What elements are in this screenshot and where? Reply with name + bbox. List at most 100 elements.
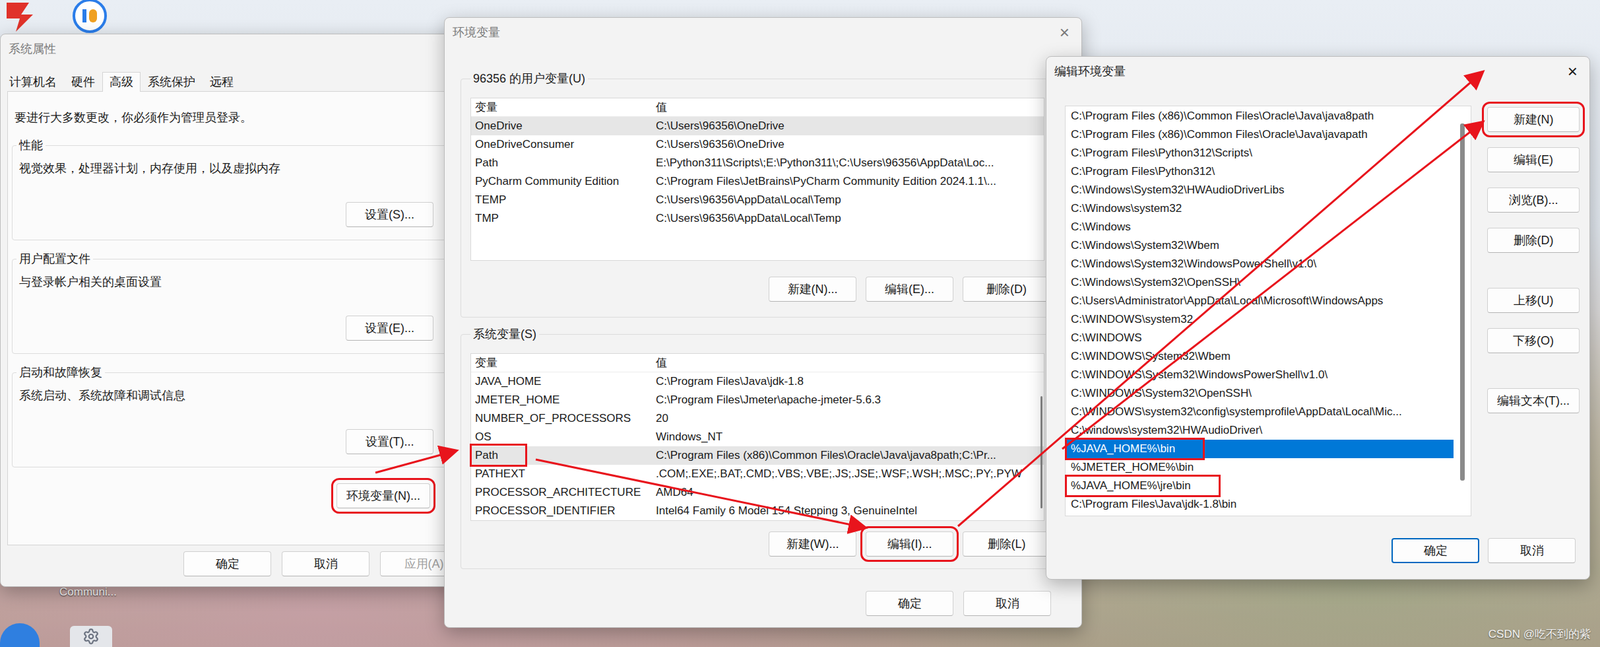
action-button[interactable]: 浏览(B)... xyxy=(1487,187,1580,213)
action-button[interactable]: 下移(O) xyxy=(1487,327,1580,353)
path-item[interactable]: C:\WINDOWS xyxy=(1065,328,1454,348)
group-description: 系统启动、系统故障和调试信息 xyxy=(16,387,434,403)
table-row[interactable]: PyCharm Community EditionC:\Program File… xyxy=(471,172,1044,191)
variable-button[interactable]: 删除(L) xyxy=(962,531,1051,557)
dialog-button[interactable]: 取消 xyxy=(1487,537,1576,563)
action-button[interactable]: 编辑(E) xyxy=(1487,147,1580,173)
tab[interactable]: 远程 xyxy=(202,71,241,92)
edit-variable-window: 编辑环境变量×C:\Program Files (x86)\Common Fil… xyxy=(1045,56,1591,580)
dialog-button[interactable]: 确定 xyxy=(1391,537,1480,563)
table-row[interactable]: PATHEXT.COM;.EXE;.BAT;.CMD;.VBS;.VBE;.JS… xyxy=(471,464,1044,483)
close-button[interactable]: × xyxy=(1565,62,1581,80)
path-item[interactable]: C:\Program Files\Java\jdk-1.8\bin xyxy=(1065,494,1454,514)
table-row[interactable]: PROCESSOR_IDENTIFIERIntel64 Family 6 Mod… xyxy=(471,501,1044,520)
variable-button[interactable]: 删除(D) xyxy=(962,276,1051,302)
tab[interactable]: 系统保护 xyxy=(140,71,203,92)
settings-button[interactable]: 设置(T)... xyxy=(345,428,434,454)
path-item[interactable]: C:\WINDOWS\system32\config\systemprofile… xyxy=(1065,402,1454,421)
action-buttons: 新建(N) 编辑(E) 浏览(B)... 删除(D) 上移(U) 下移(O) 编辑文本(T)… xyxy=(1487,105,1580,516)
path-item[interactable]: C:\Windows\system32 xyxy=(1065,199,1454,218)
scrollbar[interactable] xyxy=(1460,123,1465,481)
table-row[interactable]: OneDriveConsumerC:\Users\96356\OneDrive xyxy=(471,135,1044,154)
path-item[interactable]: %JAVA_HOME%\jre\bin xyxy=(1065,476,1454,495)
variable-button[interactable]: 新建(W)... xyxy=(768,531,857,557)
settings-group: 启动和故障恢复系统启动、系统故障和调试信息设置(T)... xyxy=(11,364,470,468)
dialog-button[interactable]: 取消 xyxy=(963,590,1052,616)
variable-name: OS xyxy=(471,430,652,444)
table-row[interactable]: PathC:\Program Files (x86)\Common Files\… xyxy=(471,446,1044,465)
tab-panel: 要进行大多数更改，你必须作为管理员登录。性能视觉效果，处理器计划，内存使用，以及… xyxy=(7,91,475,545)
path-item[interactable]: %JMETER_HOME%\bin xyxy=(1065,457,1454,477)
column-header[interactable]: 变量 xyxy=(471,99,652,115)
settings-button[interactable]: 设置(E)... xyxy=(345,315,434,341)
settings-app[interactable] xyxy=(69,625,113,647)
path-item[interactable]: C:\Program Files (x86)\Common Files\Orac… xyxy=(1065,125,1454,144)
table-row[interactable]: JAVA_HOMEC:\Program Files\Java\jdk-1.8 xyxy=(471,372,1044,391)
path-item[interactable]: C:\Users\Administrator\AppData\Local\Mic… xyxy=(1065,291,1454,311)
group-title: 性能 xyxy=(16,137,46,154)
variable-table: 变量值JAVA_HOMEC:\Program Files\Java\jdk-1.… xyxy=(470,352,1045,521)
variable-button[interactable]: 新建(N)... xyxy=(768,276,857,302)
path-item[interactable]: C:\Windows xyxy=(1065,217,1454,237)
table-row[interactable]: JMETER_HOMEC:\Program Files\Jmeter\apach… xyxy=(471,390,1044,410)
table-row[interactable]: TEMPC:\Users\96356\AppData\Local\Temp xyxy=(471,190,1044,210)
table-row[interactable]: TMPC:\Users\96356\AppData\Local\Temp xyxy=(471,209,1044,228)
path-item[interactable]: C:\WINDOWS\System32\WindowsPowerShell\v1… xyxy=(1065,365,1454,384)
variable-value: C:\Users\96356\OneDrive xyxy=(651,137,1044,152)
action-button[interactable]: 新建(N) xyxy=(1487,106,1580,132)
variable-button[interactable]: 编辑(I)... xyxy=(865,531,954,557)
path-item[interactable]: C:\Program Files\Python312\Scripts\ xyxy=(1065,143,1454,163)
tab[interactable]: 硬件 xyxy=(64,71,103,92)
action-button[interactable]: 上移(U) xyxy=(1487,287,1580,313)
close-button[interactable]: × xyxy=(1056,23,1073,41)
window-title: 环境变量 xyxy=(452,24,501,41)
settings-group: 用户配置文件与登录帐户相关的桌面设置设置(E)... xyxy=(11,250,470,354)
tab[interactable]: 高级 xyxy=(102,71,141,92)
tab[interactable]: 计算机名 xyxy=(1,71,64,92)
table-row[interactable]: NUMBER_OF_PROCESSORS20 xyxy=(471,409,1044,428)
dialog-button[interactable]: 取消 xyxy=(281,550,370,576)
scrollbar[interactable] xyxy=(1040,395,1043,509)
desktop-icon-label[interactable]: Communi... xyxy=(59,585,117,599)
variable-value: .COM;.EXE;.BAT;.CMD;.VBS;.VBE;.JS;.JSE;.… xyxy=(651,467,1044,481)
variable-value: C:\Program Files (x86)\Common Files\Orac… xyxy=(651,448,1044,462)
path-item[interactable]: C:\Program Files\Python312\ xyxy=(1065,162,1454,181)
column-header[interactable]: 值 xyxy=(651,354,1044,371)
settings-group: 性能视觉效果，处理器计划，内存使用，以及虚拟内存设置(S)... xyxy=(11,137,470,241)
dialog-button[interactable]: 确定 xyxy=(183,550,272,576)
dialog-button[interactable]: 确定 xyxy=(865,590,954,616)
path-item[interactable]: C:\WINDOWS\System32\OpenSSH\ xyxy=(1065,384,1454,403)
variable-name: JMETER_HOME xyxy=(471,393,652,407)
table-row[interactable]: PathE:\Python311\Scripts\;E:\Python311\;… xyxy=(471,153,1044,173)
group-title: 96356 的用户变量(U) xyxy=(470,70,588,87)
table-row[interactable]: PROCESSOR_ARCHITECTUREAMD64 xyxy=(471,482,1044,502)
action-button[interactable]: 编辑文本(T)... xyxy=(1487,387,1580,414)
app-icon[interactable] xyxy=(2,0,39,33)
app-icon[interactable] xyxy=(69,0,111,35)
path-item[interactable]: C:\WINDOWS\System32\Wbem xyxy=(1065,347,1454,366)
column-header[interactable]: 变量 xyxy=(471,354,652,371)
settings-button[interactable]: 设置(S)... xyxy=(345,201,434,227)
variable-name: Path xyxy=(471,448,652,462)
variable-value: C:\Program Files\JetBrains\PyCharm Commu… xyxy=(651,174,1044,189)
variable-value: C:\Users\96356\AppData\Local\Temp xyxy=(651,193,1044,207)
variable-button[interactable]: 编辑(E)... xyxy=(865,276,954,302)
path-item[interactable]: %JAVA_HOME%\bin xyxy=(1065,439,1454,458)
group-title: 用户配置文件 xyxy=(16,250,94,267)
table-row[interactable]: OSWindows_NT xyxy=(471,427,1044,447)
column-header[interactable]: 值 xyxy=(651,99,1044,115)
variable-name: Path xyxy=(471,156,652,170)
variable-name: TMP xyxy=(471,211,652,225)
path-item[interactable]: C:\Windows\System32\Wbem xyxy=(1065,236,1454,255)
path-item[interactable]: C:\Windows\System32\HWAudioDriverLibs xyxy=(1065,180,1454,200)
path-item[interactable]: C:\WINDOWS\system32 xyxy=(1065,310,1454,329)
path-item[interactable]: C:\Windows\System32\WindowsPowerShell\v1… xyxy=(1065,254,1454,274)
action-button[interactable]: 删除(D) xyxy=(1487,227,1580,253)
variable-value: Intel64 Family 6 Model 154 Stepping 3, G… xyxy=(651,504,1044,518)
path-item[interactable]: C:\windows\system32\HWAudioDriver\ xyxy=(1065,420,1454,440)
path-item[interactable]: C:\Program Files (x86)\Common Files\Orac… xyxy=(1065,106,1454,126)
table-row[interactable]: OneDriveC:\Users\96356\OneDrive xyxy=(471,116,1044,136)
variable-name: TEMP xyxy=(471,193,652,207)
environment-variables-button[interactable]: 环境变量(N)... xyxy=(336,482,431,509)
path-item[interactable]: C:\Windows\System32\OpenSSH\ xyxy=(1065,273,1454,292)
